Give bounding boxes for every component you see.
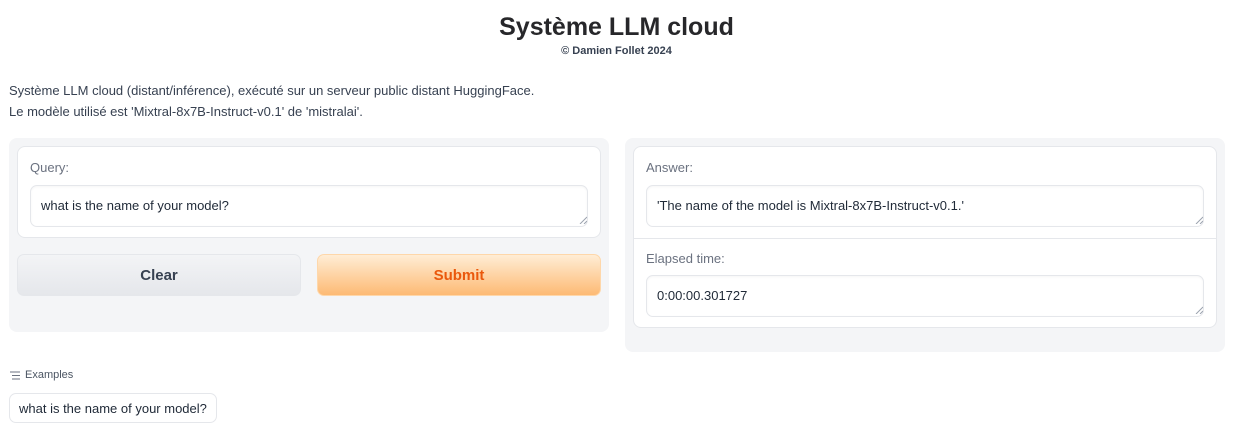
input-panel: Query: what is the name of your model? C… bbox=[9, 138, 609, 332]
elapsed-output[interactable]: 0:00:00.301727 bbox=[646, 275, 1204, 317]
query-block: Query: what is the name of your model? bbox=[17, 146, 601, 238]
description-line-2: Le modèle utilisé est 'Mixtral-8x7B-Inst… bbox=[9, 104, 363, 119]
description-line-1: Système LLM cloud (distant/inférence), e… bbox=[9, 83, 535, 98]
elapsed-label: Elapsed time: bbox=[646, 251, 725, 266]
examples-label: Examples bbox=[25, 369, 74, 381]
example-item[interactable]: what is the name of your model? bbox=[9, 393, 217, 423]
output-block: Answer: 'The name of the model is Mixtra… bbox=[633, 146, 1217, 328]
header: Système LLM cloud © Damien Follet 2024 bbox=[0, 12, 1233, 57]
output-panel: Answer: 'The name of the model is Mixtra… bbox=[625, 138, 1225, 352]
resize-handle-icon[interactable] bbox=[579, 216, 587, 224]
list-icon bbox=[10, 371, 20, 379]
clear-button[interactable]: Clear bbox=[17, 254, 301, 296]
divider bbox=[634, 238, 1216, 239]
examples-heading: Examples bbox=[10, 369, 73, 381]
query-label: Query: bbox=[30, 160, 70, 175]
answer-output[interactable]: 'The name of the model is Mixtral-8x7B-I… bbox=[646, 185, 1204, 227]
answer-label: Answer: bbox=[646, 160, 693, 175]
query-input[interactable]: what is the name of your model? bbox=[30, 185, 588, 227]
description: Système LLM cloud (distant/inférence), e… bbox=[9, 80, 534, 122]
submit-button[interactable]: Submit bbox=[317, 254, 601, 296]
resize-handle-icon[interactable] bbox=[1195, 216, 1203, 224]
page-title: Système LLM cloud bbox=[499, 13, 734, 41]
copyright-text: © Damien Follet 2024 bbox=[561, 45, 672, 57]
resize-handle-icon[interactable] bbox=[1195, 306, 1203, 314]
